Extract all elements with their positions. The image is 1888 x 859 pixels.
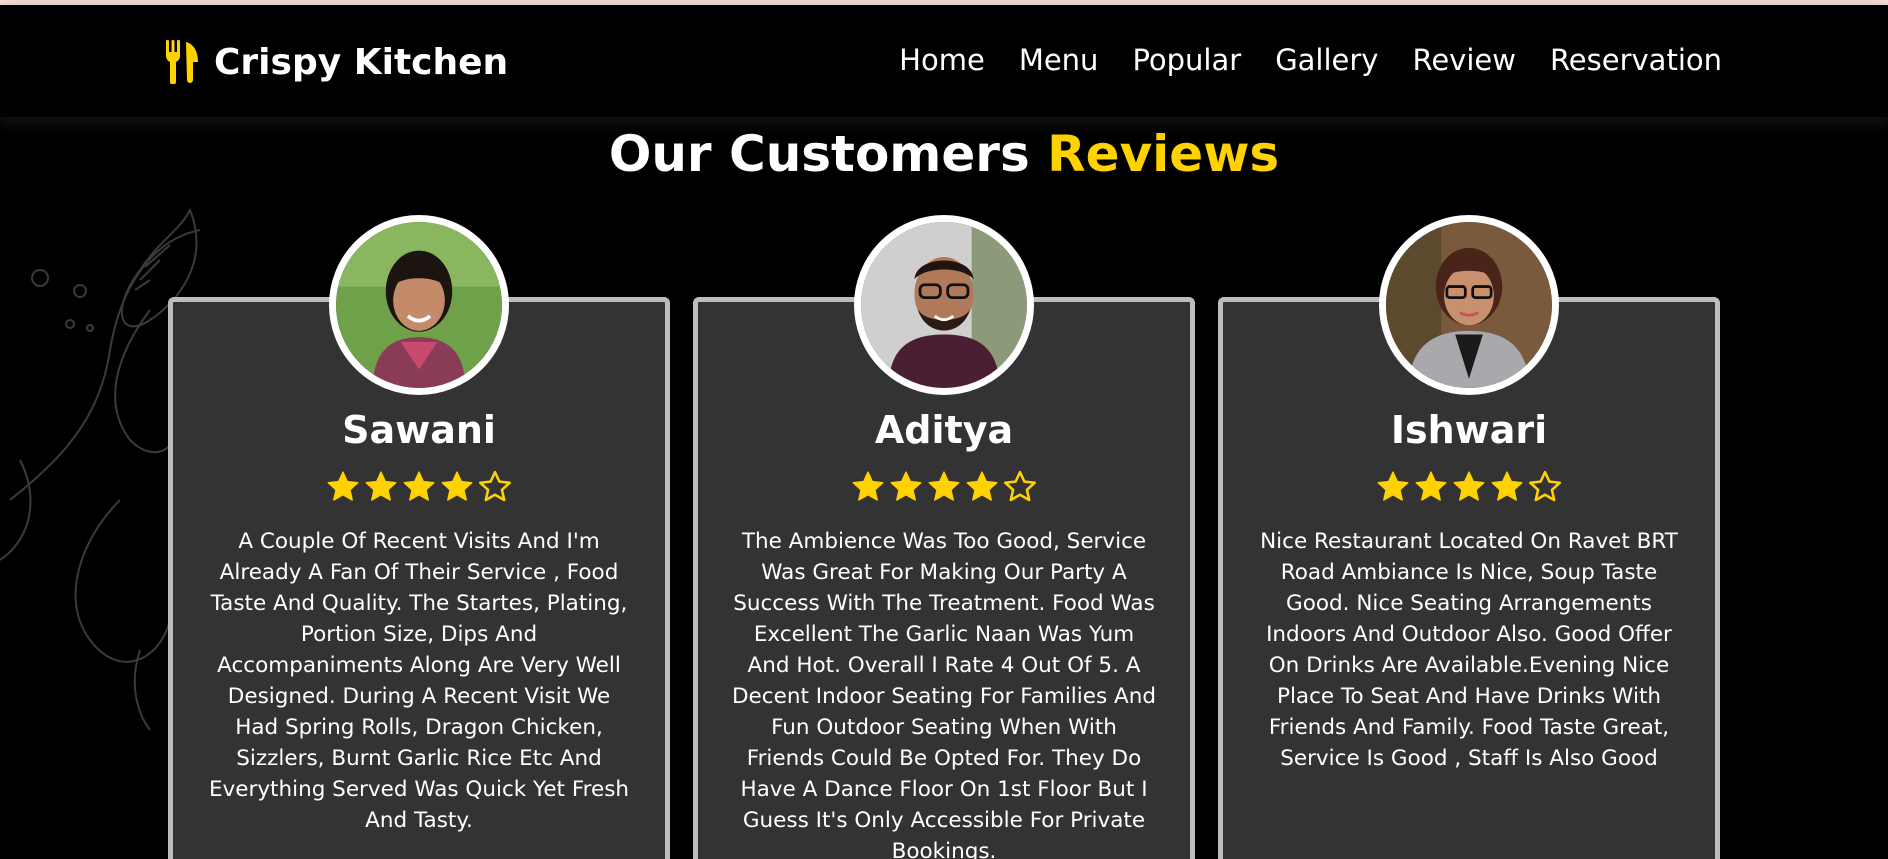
nav-popular[interactable]: Popular xyxy=(1132,43,1241,77)
reviewer-name-aditya: Aditya xyxy=(874,408,1014,452)
star-filled-icon xyxy=(966,471,998,501)
rating-sawani xyxy=(168,470,670,504)
avatar-sawani-image xyxy=(336,222,502,388)
nav-reservation[interactable]: Reservation xyxy=(1550,43,1722,77)
star-empty-icon xyxy=(1528,470,1562,502)
star-filled-icon xyxy=(928,471,960,501)
star-filled-icon xyxy=(365,471,397,501)
avatar-ishwari-image xyxy=(1386,222,1552,388)
navbar: Crispy Kitchen Home Menu Popular Gallery… xyxy=(0,5,1888,117)
review-text-sawani: A Couple Of Recent Visits And I'm Alread… xyxy=(208,529,630,833)
star-filled-icon xyxy=(441,471,473,501)
reviewer-name-ishwari: Ishwari xyxy=(1390,408,1548,452)
star-filled-icon xyxy=(890,471,922,501)
section-title: Our Customers Reviews xyxy=(0,125,1888,183)
star-filled-icon xyxy=(1415,471,1447,501)
star-filled-icon xyxy=(1377,471,1409,501)
review-text-aditya: The Ambience Was Too Good, Service Was G… xyxy=(732,529,1156,859)
fork-knife-icon xyxy=(166,40,198,84)
nav-home[interactable]: Home xyxy=(899,43,985,77)
avatar-ishwari xyxy=(1379,215,1559,395)
avatar-aditya-image xyxy=(861,222,1027,388)
section-title-main: Our Customers xyxy=(608,125,1030,183)
star-filled-icon xyxy=(403,471,435,501)
brand[interactable]: Crispy Kitchen xyxy=(164,37,508,87)
section-title-accent: Reviews xyxy=(1047,125,1280,183)
avatar-sawani xyxy=(329,215,509,395)
star-filled-icon xyxy=(327,471,359,501)
main-nav: Home Menu Popular Gallery Review Reserva… xyxy=(865,43,1722,77)
star-empty-icon xyxy=(478,470,512,502)
nav-gallery[interactable]: Gallery xyxy=(1275,43,1378,77)
review-text-ishwari: Nice Restaurant Located On Ravet BRT Roa… xyxy=(1260,529,1678,771)
star-filled-icon xyxy=(1453,471,1485,501)
star-empty-icon xyxy=(1003,470,1037,502)
rating-aditya xyxy=(693,470,1195,504)
nav-menu[interactable]: Menu xyxy=(1019,43,1099,77)
brand-name: Crispy Kitchen xyxy=(214,41,509,83)
rating-ishwari xyxy=(1218,470,1720,504)
nav-review[interactable]: Review xyxy=(1412,43,1515,77)
star-filled-icon xyxy=(852,471,884,501)
avatar-aditya xyxy=(854,215,1034,395)
star-filled-icon xyxy=(1491,471,1523,501)
reviewer-name-sawani: Sawani xyxy=(342,408,496,452)
